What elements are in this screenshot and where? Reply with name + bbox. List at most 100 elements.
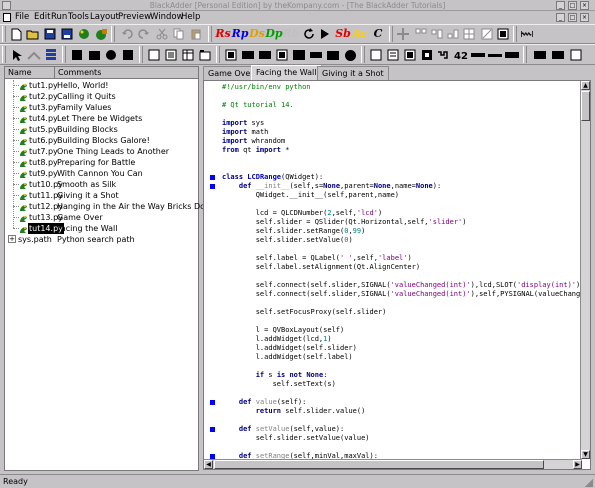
column-comments-header[interactable]: Comments: [55, 67, 198, 79]
adjust-size-icon[interactable]: [496, 27, 510, 41]
tree-row[interactable]: tut12.py Hanging in the Air the Way Brick…: [5, 201, 215, 212]
code-line[interactable]: self.slider = QSlider(Qt.Horizontal,self…: [222, 218, 467, 227]
line-widget-icon[interactable]: 42: [453, 47, 469, 63]
run-project-icon[interactable]: Rp: [232, 27, 249, 41]
copy-icon[interactable]: [172, 27, 186, 41]
horizontal-scrollbar[interactable]: ◀ ▶: [204, 459, 582, 469]
widgetstack-icon[interactable]: [532, 47, 548, 63]
fold-marker-icon[interactable]: [210, 175, 215, 180]
spinbox-widget-icon[interactable]: [325, 47, 341, 63]
textbrowser-widget-icon[interactable]: [385, 47, 401, 63]
code-line[interactable]: def __init__(self,s=None,parent=None,nam…: [222, 182, 441, 191]
lineedit-widget-icon[interactable]: [308, 47, 324, 63]
redo-icon[interactable]: [137, 27, 151, 41]
tree-row[interactable]: + sys.path Python search path: [5, 234, 198, 245]
checkbox-widget-icon[interactable]: [120, 47, 136, 63]
tree-row[interactable]: tut13.py Game Over: [5, 212, 198, 223]
layout-grid-icon[interactable]: [462, 27, 476, 41]
tree-row[interactable]: tut3.py Family Values: [5, 102, 198, 113]
toolbar-grip[interactable]: [62, 46, 66, 63]
toolbar-grip[interactable]: [523, 46, 527, 63]
toolbar-grip[interactable]: [361, 46, 365, 63]
code-line[interactable]: lcd = QLCDNumber(2,self,'lcd'): [222, 209, 382, 218]
custom-widget-icon[interactable]: [550, 47, 566, 63]
toolbar-grip[interactable]: [139, 46, 143, 63]
code-line[interactable]: self.connect(self.slider,SIGNAL('valueCh…: [222, 281, 580, 290]
code-line[interactable]: import math: [222, 128, 268, 137]
code-line[interactable]: import sys: [222, 119, 264, 128]
code-line[interactable]: l.addWidget(lcd,1): [222, 335, 332, 344]
lcd-widget-icon[interactable]: [223, 47, 239, 63]
debug-project-icon[interactable]: Dp: [265, 27, 282, 41]
tabwidget-icon[interactable]: [197, 47, 213, 63]
close-button[interactable]: ×: [580, 1, 589, 10]
code-line[interactable]: self.connect(self.slider,SIGNAL('valueCh…: [222, 290, 580, 299]
menu-window[interactable]: Window: [150, 12, 184, 23]
form-icon[interactable]: [568, 47, 584, 63]
tree-item-name[interactable]: tut7.py: [29, 146, 58, 157]
code-line[interactable]: # Qt tutorial 14.: [222, 101, 294, 110]
restart-debug-icon[interactable]: Rb: [283, 27, 300, 41]
code-line[interactable]: l.addWidget(self.label): [222, 353, 353, 362]
combobox-widget-icon[interactable]: [291, 47, 307, 63]
pointer-icon[interactable]: [9, 47, 25, 63]
code-line[interactable]: from qt import *: [222, 146, 289, 155]
menu-tools[interactable]: Tools: [68, 12, 89, 23]
tree-row[interactable]: tut14.py Facing the Wall: [5, 223, 198, 234]
scroll-right-icon[interactable]: ▶: [573, 460, 582, 469]
code-line[interactable]: return self.slider.value(): [222, 407, 366, 416]
tree-item-name[interactable]: tut2.py: [29, 91, 58, 102]
tab-giving-it-a-shot[interactable]: Giving it a Shot: [317, 66, 389, 80]
move-icon[interactable]: [396, 27, 410, 41]
code-line[interactable]: self.setFocusProxy(self.slider): [222, 308, 387, 317]
menu-file[interactable]: File: [15, 12, 29, 23]
toolbutton-widget-icon[interactable]: [274, 47, 290, 63]
progressbar-widget-icon[interactable]: [240, 47, 256, 63]
code-line[interactable]: def setRange(self,minVal,maxVal):: [222, 452, 378, 459]
python-run-icon[interactable]: [94, 27, 108, 41]
new-file-icon[interactable]: [9, 27, 23, 41]
menu-help[interactable]: Help: [181, 12, 200, 23]
code-editor[interactable]: #!/usr/bin/env python # Qt tutorial 14. im…: [203, 80, 591, 470]
tree-item-name[interactable]: tut9.py: [29, 168, 58, 179]
tree-row[interactable]: tut10.py Smooth as Silk: [5, 179, 198, 190]
toolbar-grip[interactable]: [513, 26, 517, 42]
minimize-button[interactable]: _: [556, 1, 565, 10]
vline-widget-icon[interactable]: [504, 47, 520, 63]
step-into-icon[interactable]: Sb: [335, 27, 351, 41]
code-line[interactable]: l = QVBoxLayout(self): [222, 326, 345, 335]
pixmap-widget-icon[interactable]: [419, 47, 435, 63]
tree-row[interactable]: tut6.py Building Blocks Galore!: [5, 135, 198, 146]
tree-row[interactable]: tut4.py Let There be Widgets: [5, 113, 198, 124]
python-project-icon[interactable]: [77, 27, 91, 41]
project-tree[interactable]: Name Comments tut1.py Hello, World! tut2.p…: [4, 66, 215, 471]
refresh-icon[interactable]: [302, 27, 316, 41]
run-script-icon[interactable]: Rs: [215, 27, 230, 41]
resize-grip-icon[interactable]: [585, 479, 593, 487]
break-layout-icon[interactable]: [480, 27, 494, 41]
scrollbar-widget-icon[interactable]: [436, 47, 452, 63]
tree-item-name[interactable]: sys.path: [18, 234, 52, 245]
maximize-button[interactable]: □: [568, 1, 577, 10]
frame-widget-icon[interactable]: [69, 47, 85, 63]
save-icon[interactable]: [43, 27, 57, 41]
tree-row[interactable]: tut2.py Calling it Quits: [5, 91, 198, 102]
scroll-down-icon[interactable]: ▼: [581, 450, 590, 459]
save-all-icon[interactable]: [60, 27, 74, 41]
code-area[interactable]: #!/usr/bin/env python # Qt tutorial 14. im…: [204, 81, 580, 459]
tree-row[interactable]: tut5.py Building Blocks: [5, 124, 198, 135]
tree-item-name[interactable]: tut3.py: [29, 102, 58, 113]
radio-widget-icon[interactable]: [103, 47, 119, 63]
fold-marker-icon[interactable]: [210, 427, 215, 432]
menu-preview[interactable]: Preview: [118, 12, 151, 23]
code-line[interactable]: self.slider.setRange(0,99): [222, 227, 366, 236]
toolbar-grip[interactable]: [216, 46, 220, 63]
open-file-icon[interactable]: [26, 27, 40, 41]
groupbox-widget-icon[interactable]: [146, 47, 162, 63]
toolbar-grip[interactable]: [111, 26, 115, 42]
tree-item-name[interactable]: tut6.py: [29, 135, 58, 146]
undo-icon[interactable]: [120, 27, 134, 41]
vertical-scrollbar[interactable]: ▲ ▼: [580, 81, 590, 459]
menu-edit[interactable]: Edit: [34, 12, 50, 23]
toolbar-grip[interactable]: [2, 46, 6, 63]
